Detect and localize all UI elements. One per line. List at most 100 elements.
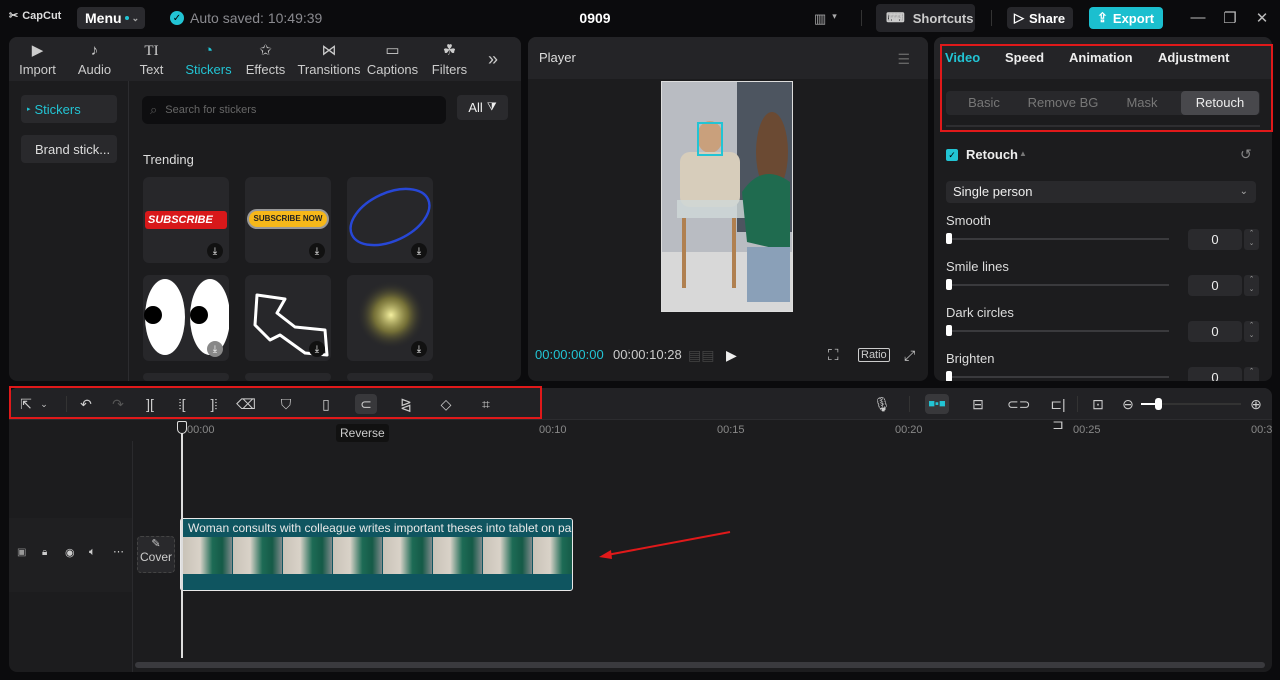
upload-icon: ⇪ <box>1097 10 1108 25</box>
dark-circles-stepper[interactable]: ⌃ ⌄ <box>1244 321 1259 342</box>
sticker-partial[interactable] <box>347 373 433 381</box>
select-value: Single person <box>953 184 1033 199</box>
sticker-subscribe-now[interactable]: SUBSCRIBE NOW ⤓ <box>245 177 331 263</box>
shortcuts-label: Shortcuts <box>912 10 974 26</box>
smile-lines-slider[interactable] <box>946 279 1169 290</box>
dark-circles-slider[interactable] <box>946 325 1169 336</box>
sticker-subscribe-bell[interactable]: SUBSCRIBE ⤓ <box>143 177 229 263</box>
retouch-checkbox[interactable]: ✓ <box>946 149 958 161</box>
minimize-icon[interactable]: — <box>1188 9 1208 26</box>
tab-label: Captions <box>366 61 419 77</box>
auto-snap-icon[interactable]: ⊟ <box>967 394 989 414</box>
playhead-handle[interactable] <box>177 421 187 434</box>
slider-handle[interactable] <box>946 325 952 336</box>
microphone-icon[interactable]: 🎙 <box>871 394 893 414</box>
thumbnail-frame <box>233 537 282 574</box>
sidebar-item-brand-stickers[interactable]: Brand stick... <box>21 135 117 163</box>
download-icon[interactable]: ⤓ <box>309 243 325 259</box>
smile-lines-stepper[interactable]: ⌃ ⌄ <box>1244 275 1259 296</box>
eye-icon[interactable]: ◉ <box>65 546 75 559</box>
tab-effects[interactable]: ✩ Effects <box>237 37 294 81</box>
restore-icon[interactable]: ❐ <box>1220 9 1240 27</box>
tab-audio[interactable]: ♪ Audio <box>66 37 123 81</box>
brighten-slider[interactable] <box>946 371 1169 381</box>
link-icon[interactable]: ⊂⊃ <box>1007 394 1030 414</box>
zoom-in-icon[interactable]: ⊕ <box>1245 394 1267 414</box>
project-title[interactable]: 0909 <box>560 10 630 26</box>
time-ruler[interactable]: 00:00 00:05 00:10 00:15 00:20 00:25 00:3… <box>9 421 1272 441</box>
sticker-gold-sparkles[interactable]: ⤓ <box>347 275 433 361</box>
zoom-out-icon[interactable]: ⊖ <box>1117 394 1139 414</box>
divider <box>1077 396 1078 412</box>
playhead[interactable] <box>181 421 183 658</box>
download-icon[interactable]: ⤓ <box>207 341 223 357</box>
smooth-value-input[interactable]: 0 <box>1188 229 1242 250</box>
tab-transitions[interactable]: ⋈ Transitions <box>294 37 364 81</box>
sticker-search-input[interactable]: ⌕ Search for stickers <box>142 96 446 124</box>
smooth-stepper[interactable]: ⌃ ⌄ <box>1244 229 1259 250</box>
download-icon[interactable]: ⤓ <box>207 243 223 259</box>
download-icon[interactable]: ⤓ <box>309 341 325 357</box>
main-track-magnet-button[interactable]: ■▪■ <box>925 394 949 414</box>
collapse-caret-icon[interactable]: ▲ <box>1019 149 1027 158</box>
export-button[interactable]: ⇪ Export <box>1089 7 1163 29</box>
brighten-value-input[interactable]: 0 <box>1188 367 1242 381</box>
layout-button[interactable]: ▥ ▾ <box>814 11 837 27</box>
tab-filters[interactable]: ☘ Filters <box>421 37 478 81</box>
dark-circles-value-input[interactable]: 0 <box>1188 321 1242 342</box>
brighten-stepper[interactable]: ⌃⌄ <box>1244 367 1259 381</box>
smile-lines-value-input[interactable]: 0 <box>1188 275 1242 296</box>
retouch-mode-select[interactable]: Single person ⌄ <box>946 181 1256 203</box>
preview-axis-icon[interactable]: ⊏|⊐ <box>1047 394 1069 432</box>
text-icon: TI <box>144 42 159 59</box>
download-icon[interactable]: ⤓ <box>411 243 427 259</box>
tab-import[interactable]: ▶ Import <box>9 37 66 81</box>
tab-text[interactable]: TI Text <box>123 37 180 81</box>
transitions-icon: ⋈ <box>321 41 337 59</box>
sticker-cartoon-eyes[interactable]: ⤓ <box>143 275 229 361</box>
thumbnail-frame <box>533 537 572 574</box>
slider-handle[interactable] <box>1155 398 1162 410</box>
slider-handle[interactable] <box>946 371 952 381</box>
tab-captions[interactable]: ▭ Captions <box>364 37 421 81</box>
play-button[interactable]: ▶ <box>726 347 737 364</box>
face-detect-box <box>697 122 723 156</box>
sidebar-item-stickers[interactable]: ▸ Stickers <box>21 95 117 123</box>
zoom-to-fit-icon[interactable]: ⊡ <box>1087 394 1109 414</box>
download-icon[interactable]: ⤓ <box>411 341 427 357</box>
tab-label: Audio <box>77 61 112 77</box>
share-button[interactable]: ▷ Share <box>1007 7 1073 29</box>
lock-icon[interactable]: 🔒︎ <box>42 547 47 558</box>
ratio-button[interactable]: Ratio <box>858 348 890 362</box>
slider-handle[interactable] <box>946 279 952 290</box>
sticker-partial[interactable] <box>245 373 331 381</box>
smooth-slider[interactable] <box>946 233 1169 244</box>
horizontal-scrollbar[interactable] <box>135 662 1265 668</box>
more-tabs-button[interactable]: » <box>478 37 508 81</box>
fullscreen-icon[interactable]: ⤢ <box>904 347 915 364</box>
volume-icon[interactable]: 🔈︎ <box>89 546 96 559</box>
video-clip[interactable]: Woman consults with colleague writes imp… <box>180 518 573 591</box>
close-icon[interactable]: ✕ <box>1252 9 1272 27</box>
ruler-label: 00:20 <box>895 424 923 436</box>
bullet-icon: ▸ <box>27 106 31 113</box>
sticker-arrow-outline[interactable]: ⤓ <box>245 275 331 361</box>
shortcuts-button[interactable]: ⌨ Shortcuts <box>876 4 975 32</box>
chevron-down-icon: ⌄ <box>1239 186 1248 197</box>
hamburger-menu-icon[interactable]: ☰ <box>897 51 910 68</box>
tab-stickers[interactable]: ◔ Stickers <box>180 37 237 81</box>
reset-icon[interactable]: ↺ <box>1240 146 1252 163</box>
sticker-blue-circle[interactable]: ⤓ <box>347 177 433 263</box>
share-label: Share <box>1029 10 1066 26</box>
video-preview[interactable] <box>661 81 793 312</box>
player-panel: Player ☰ 00:00:00:00 / 00:00:10:28 ▤▤ ▶ … <box>528 37 928 381</box>
cover-button[interactable]: ✎ Cover <box>137 536 175 573</box>
timeline-zoom-slider[interactable] <box>1141 398 1241 410</box>
filter-all-button[interactable]: All ⧩ <box>457 95 508 120</box>
zoom-fit-icon[interactable]: ⛶ <box>828 347 839 364</box>
more-options-icon[interactable]: ⋯ <box>113 545 124 558</box>
slider-handle[interactable] <box>946 233 952 244</box>
sticker-partial[interactable] <box>143 373 229 381</box>
current-timecode: 00:00:00:00 <box>535 347 604 362</box>
menu-button[interactable]: Menu ⌄ <box>77 7 145 29</box>
